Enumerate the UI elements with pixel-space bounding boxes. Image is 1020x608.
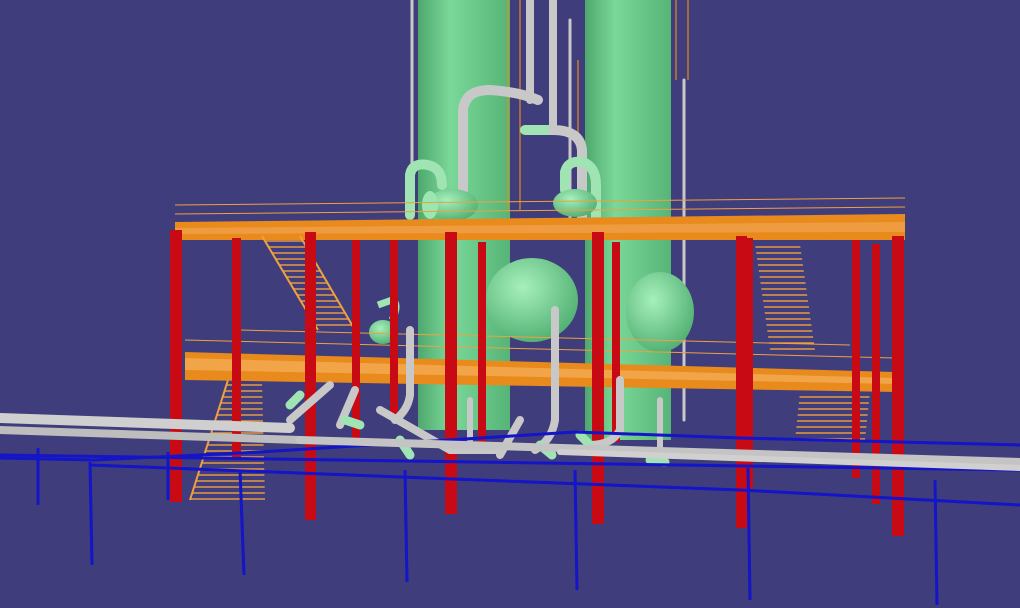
plant-model-scene (0, 0, 1020, 608)
sphere-vessel-left[interactable] (486, 258, 578, 342)
drum-right[interactable] (553, 189, 597, 217)
3d-model-viewport[interactable] (0, 0, 1020, 608)
drum-left[interactable] (422, 189, 478, 221)
